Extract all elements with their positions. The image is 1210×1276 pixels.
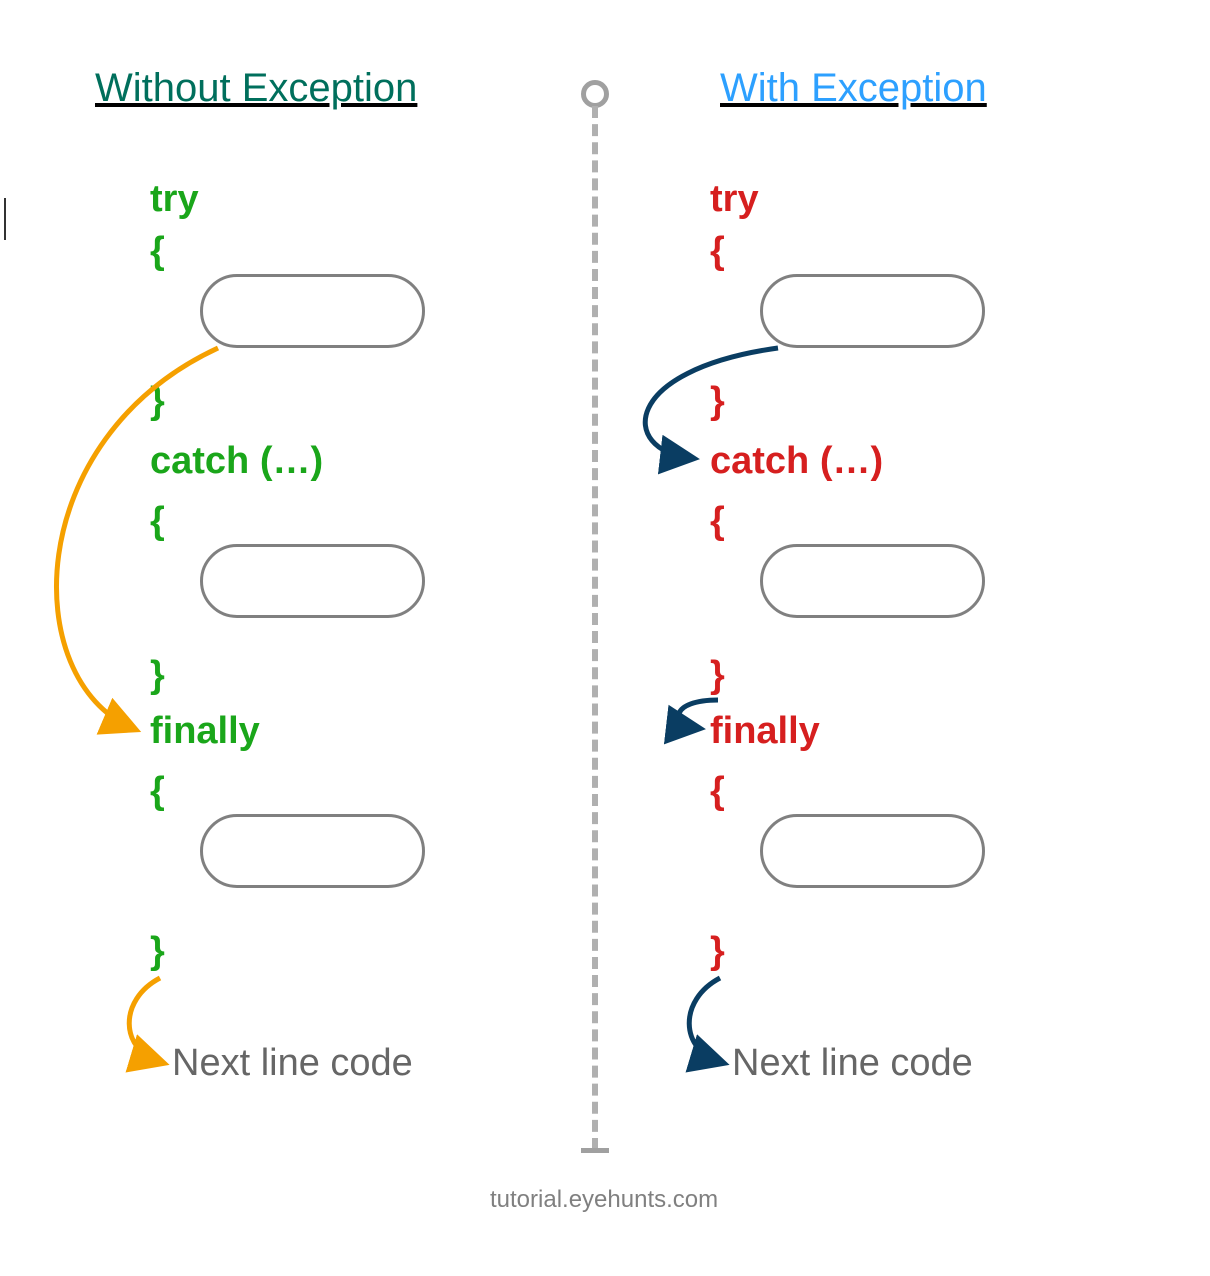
divider-line [592,106,598,1150]
footer-text: tutorial.eyehunts.com [490,1186,718,1214]
left-open1: { [150,230,165,273]
arrow-left-finally-to-next [129,978,160,1062]
divider-top-circle [581,80,609,108]
right-try-block [760,274,985,348]
right-finally-block [760,814,985,888]
right-close1: } [710,380,725,423]
left-close3: } [150,930,165,973]
left-close2: } [150,654,165,697]
right-close2: } [710,654,725,697]
right-catch: catch (…) [710,440,883,483]
text-cursor [4,198,6,240]
left-finally-block [200,814,425,888]
right-open3: { [710,770,725,813]
right-open1: { [710,230,725,273]
left-open3: { [150,770,165,813]
left-catch: catch (…) [150,440,323,483]
heading-right: With Exception [720,66,987,111]
left-finally: finally [150,710,260,753]
heading-left: Without Exception [95,66,417,111]
left-catch-block [200,544,425,618]
left-open2: { [150,500,165,543]
left-try-block [200,274,425,348]
right-open2: { [710,500,725,543]
divider-bottom-t [581,1148,609,1153]
arrow-right-finally-to-next [689,978,720,1062]
right-finally: finally [710,710,820,753]
arrow-left-try-to-finally [56,348,218,728]
left-close1: } [150,380,165,423]
right-close3: } [710,930,725,973]
right-next: Next line code [732,1042,973,1085]
left-next: Next line code [172,1042,413,1085]
right-try: try [710,178,759,221]
right-catch-block [760,544,985,618]
left-try: try [150,178,199,221]
